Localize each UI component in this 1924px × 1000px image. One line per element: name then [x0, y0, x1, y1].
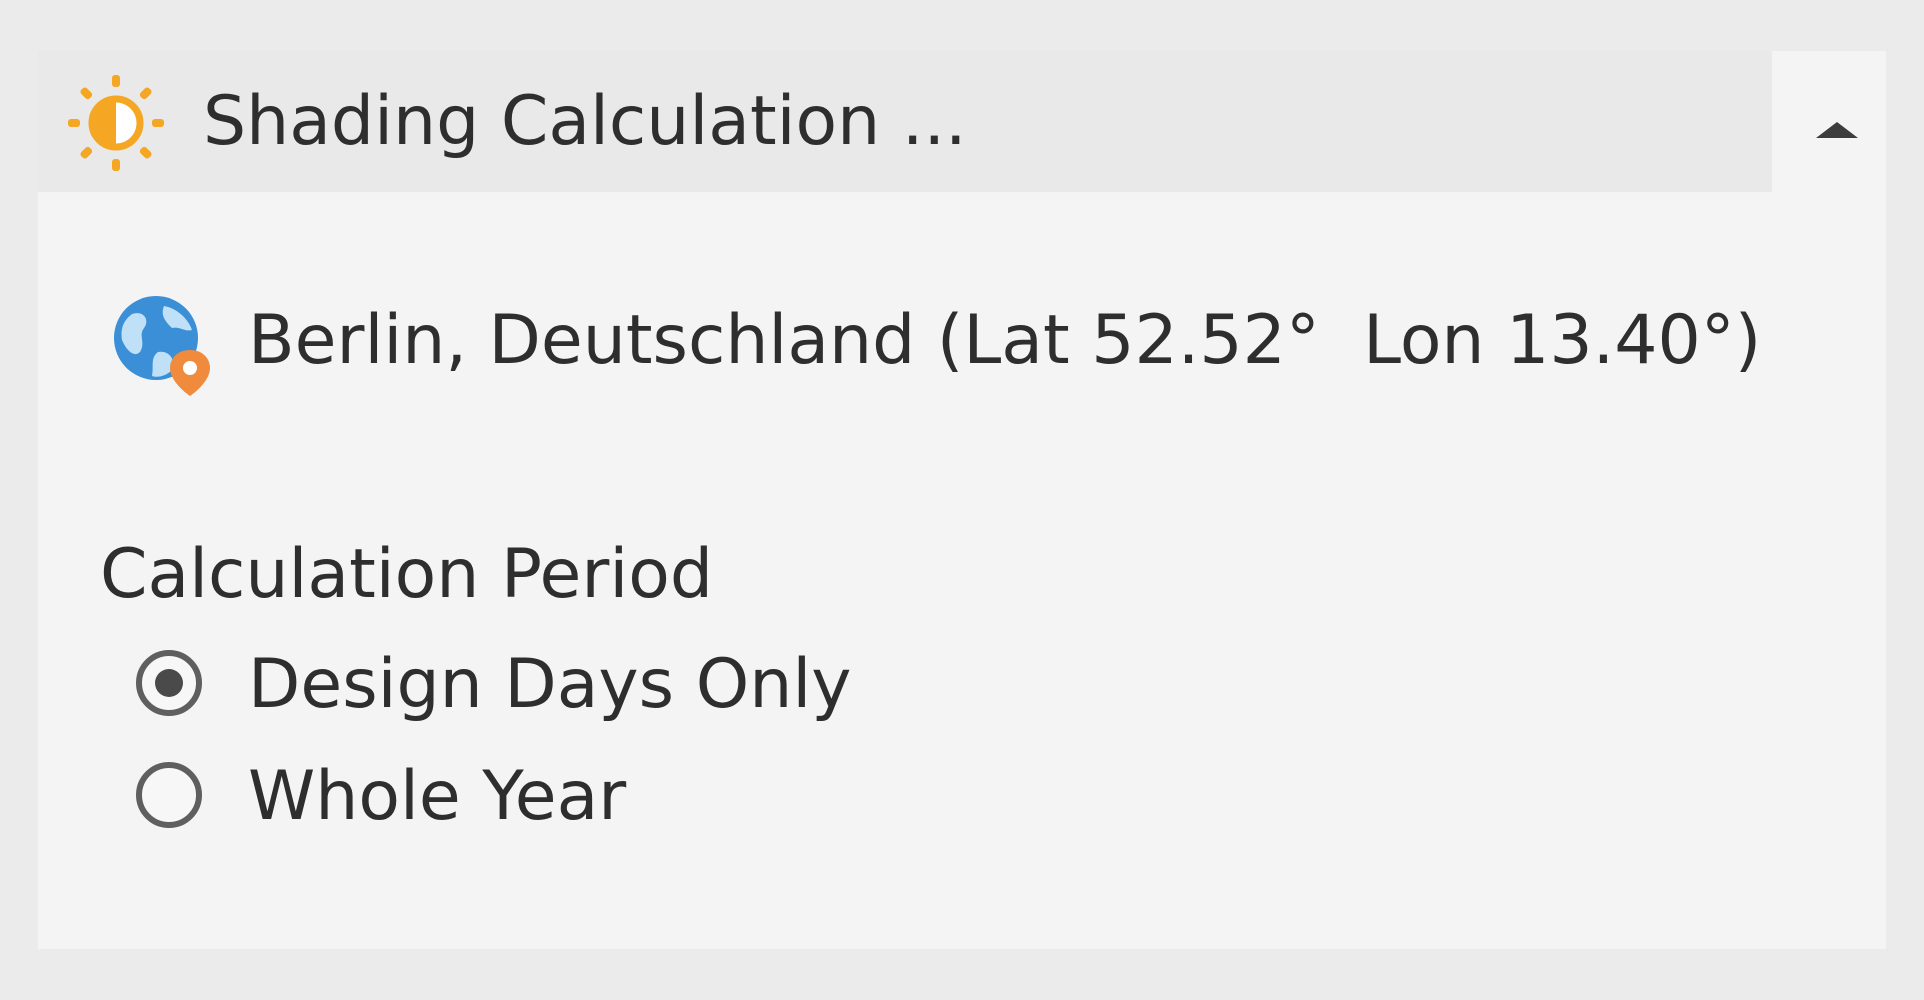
- radio-button-unchecked[interactable]: [136, 762, 202, 828]
- globe-location-icon[interactable]: [110, 292, 214, 396]
- radio-label-design-days-only[interactable]: Design Days Only: [248, 644, 851, 726]
- radio-label-whole-year[interactable]: Whole Year: [248, 756, 626, 838]
- radio-dot: [155, 669, 183, 697]
- calculation-period-label: Calculation Period: [100, 535, 713, 614]
- panel-header[interactable]: Shading Calculation ...: [38, 51, 1772, 192]
- panel-title: Shading Calculation ...: [203, 82, 967, 161]
- sun-half-icon: [68, 75, 164, 171]
- radio-button-checked[interactable]: [136, 650, 202, 716]
- collapse-button[interactable]: [1772, 51, 1886, 192]
- location-text: Berlin, Deutschland (Lat 52.52° Lon 13.4…: [248, 301, 1762, 380]
- chevron-up-icon: [1816, 122, 1858, 138]
- shading-calculation-panel: Shading Calculation ... Berlin, Deutschl…: [38, 51, 1886, 949]
- panel-body: Berlin, Deutschland (Lat 52.52° Lon 13.4…: [38, 192, 1886, 949]
